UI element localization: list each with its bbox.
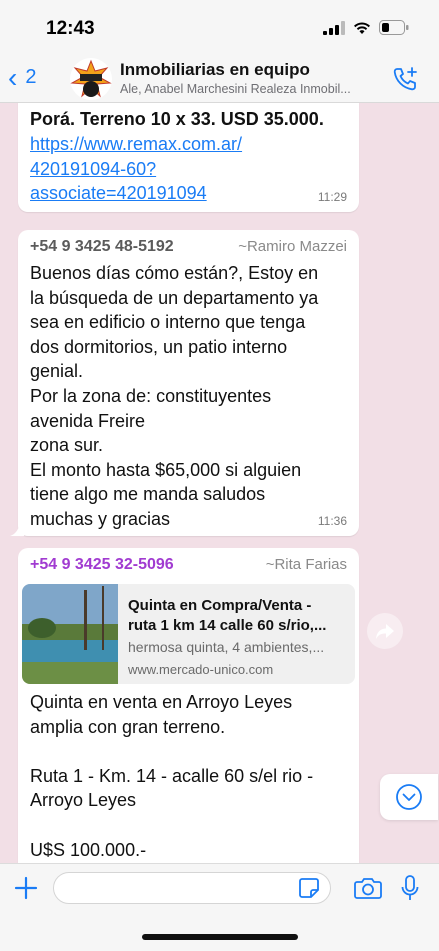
bubble-tail: [10, 522, 24, 536]
camera-icon[interactable]: [354, 876, 382, 900]
status-time: 12:43: [46, 18, 95, 39]
sticker-icon[interactable]: [298, 877, 320, 899]
sender-phone[interactable]: +54 9 3425 32-5096: [30, 556, 174, 574]
group-logo-icon: [70, 59, 112, 98]
link-preview[interactable]: Quinta en Compra/Venta - ruta 1 km 14 ca…: [22, 584, 355, 684]
message-line: El monto hasta $65,000 si alguien: [30, 459, 302, 480]
chat-header: ‹ 2 Inmobiliarias en equipo Ale, Anabel …: [0, 56, 439, 103]
message-line: Buenos días cómo están?, Estoy en: [30, 263, 319, 283]
message-line: [30, 739, 313, 764]
message-line: Porá. Terreno 10 x 33. USD 35.000.: [30, 109, 324, 129]
message-line: Por la zona de: constituyentes: [30, 385, 272, 406]
group-title[interactable]: Inmobiliarias en equipo: [120, 60, 310, 80]
status-bar: 12:43: [0, 0, 439, 56]
forward-button[interactable]: [367, 613, 403, 649]
back-button[interactable]: ‹ 2: [8, 61, 37, 93]
message-time: 11:36: [317, 514, 347, 528]
home-indicator: [142, 934, 298, 940]
group-avatar[interactable]: [70, 58, 112, 100]
message-line: muchas y gracias: [30, 508, 171, 529]
battery-icon: [379, 20, 409, 35]
message-line: U$S 100.000.-: [30, 839, 147, 860]
preview-thumbnail: [22, 584, 118, 684]
message-line: avenida Freire: [30, 410, 146, 431]
message-link[interactable]: associate=420191094: [30, 181, 242, 206]
preview-description: hermosa quinta, 4 ambientes,...: [128, 639, 325, 655]
message-line: sea en edificio o interno que tenga: [30, 312, 306, 333]
message-line: genial.: [30, 361, 84, 382]
unread-count: 2: [25, 66, 37, 88]
message-line: Quinta en venta en Arroyo Leyes: [30, 692, 293, 712]
sender-name: ~Rita Farias: [265, 556, 347, 573]
wifi-icon: [354, 21, 370, 34]
preview-url: www.mercado-unico.com: [128, 662, 274, 677]
message-line: zona sur.: [30, 435, 104, 456]
chevron-left-icon: ‹: [8, 61, 18, 93]
signal-icon: [323, 20, 345, 35]
forward-icon: [376, 624, 394, 639]
group-members[interactable]: Ale, Anabel Marchesini Realeza Inmobil..…: [120, 82, 351, 96]
add-call-icon[interactable]: [391, 65, 419, 93]
sender-name: ~Ramiro Mazzei: [238, 238, 347, 255]
sender-phone[interactable]: +54 9 3425 48-5192: [30, 238, 174, 256]
message-bubble[interactable]: Porá. Terreno 10 x 33. USD 35.000. https…: [18, 103, 359, 212]
message-line: tiene algo me manda saludos: [30, 484, 266, 505]
message-line: amplia con gran terreno.: [30, 716, 226, 737]
microphone-icon[interactable]: [400, 874, 420, 902]
status-icons: [323, 20, 409, 35]
message-line: Arroyo Leyes: [30, 790, 137, 811]
message-input[interactable]: [53, 872, 331, 904]
chat-area[interactable]: Porá. Terreno 10 x 33. USD 35.000. https…: [0, 103, 439, 863]
message-line: Ruta 1 - Km. 14 - acalle 60 s/el rio -: [30, 765, 314, 786]
message-line: la búsqueda de un departamento ya: [30, 287, 319, 308]
message-link[interactable]: https://www.remax.com.ar/: [30, 132, 242, 157]
chevron-down-circle-icon: [396, 784, 422, 810]
message-time: 11:29: [317, 190, 347, 204]
message-bubble[interactable]: +54 9 3425 48-5192 ~Ramiro Mazzei Buenos…: [10, 230, 359, 536]
plus-icon[interactable]: [14, 876, 38, 900]
preview-title: Quinta en Compra/Venta - ruta 1 km 14 ca…: [128, 597, 327, 634]
message-bubble[interactable]: +54 9 3425 32-5096 ~Rita Farias Quinta e…: [18, 548, 359, 863]
message-link[interactable]: 420191094-60?: [30, 157, 242, 182]
message-line: dos dormitorios, un patio interno: [30, 336, 288, 357]
message-line: [30, 813, 313, 838]
scroll-down-button[interactable]: [380, 774, 438, 820]
